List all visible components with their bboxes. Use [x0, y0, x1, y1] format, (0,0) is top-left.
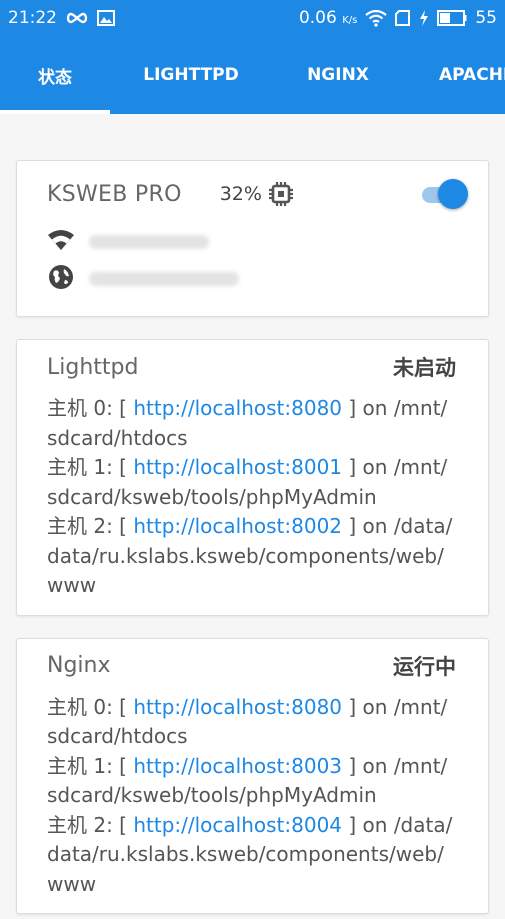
server-name: Lighttpd — [47, 354, 139, 380]
cpu-chip-icon — [268, 181, 294, 207]
network-speed: 0.06 — [298, 8, 337, 28]
toggle-thumb — [438, 179, 468, 209]
host-link[interactable]: http://localhost:8080 — [133, 695, 342, 719]
host-line: 主机 1: [ http://localhost:8001 ] on /mnt/… — [47, 453, 456, 512]
ksweb-card: KSWEB PRO 32% — [16, 160, 489, 317]
host-line: 主机 1: [ http://localhost:8003 ] on /mnt/… — [47, 752, 456, 811]
tab-bar: 状态 LIGHTTPD NGINX APACHE — [0, 36, 505, 114]
status-bar: 21:22 0.06 K/s 55 — [0, 0, 505, 36]
host-link[interactable]: http://localhost:8001 — [133, 455, 342, 479]
host-prefix: 主机 0: [ — [47, 396, 134, 420]
server-card-lighttpd: Lighttpd 未启动 主机 0: [ http://localhost:80… — [16, 339, 489, 616]
host-link[interactable]: http://localhost:8003 — [133, 754, 342, 778]
network-speed-unit: K/s — [342, 15, 358, 26]
image-icon — [97, 10, 115, 26]
host-link[interactable]: http://localhost:8080 — [133, 396, 342, 420]
host-line: 主机 0: [ http://localhost:8080 ] on /mnt/… — [47, 394, 456, 453]
charging-icon — [419, 10, 429, 26]
server-name: Nginx — [47, 653, 111, 678]
wifi-status-icon — [365, 9, 388, 27]
battery-level: 55 — [475, 8, 497, 28]
host-prefix: 主机 1: [ — [47, 753, 134, 778]
tab-status[interactable]: 状态 — [0, 36, 110, 114]
status-time: 21:22 — [8, 8, 57, 28]
sim-icon — [395, 10, 411, 26]
battery-icon — [437, 10, 467, 26]
host-line: 主机 2: [ http://localhost:8004 ] on /data… — [47, 811, 456, 900]
tab-apache[interactable]: APACHE — [404, 36, 505, 114]
host-prefix: 主机 1: [ — [47, 455, 134, 479]
infinity-icon — [65, 11, 89, 25]
host-line: 主机 2: [ http://localhost:8002 ] on /data… — [47, 512, 456, 601]
cpu-usage: 32% — [219, 183, 262, 205]
host-line: 主机 0: [ http://localhost:8080 ] on /mnt/… — [47, 693, 456, 752]
wifi-icon — [47, 229, 75, 255]
ip-address-redacted — [89, 272, 239, 286]
host-link[interactable]: http://localhost:8004 — [133, 813, 342, 837]
host-prefix: 主机 2: [ — [47, 514, 134, 538]
server-card-nginx: Nginx 运行中 主机 0: [ http://localhost:8080 … — [16, 637, 489, 914]
server-state: 运行中 — [393, 654, 456, 679]
host-link[interactable]: http://localhost:8002 — [133, 514, 342, 538]
server-state: 未启动 — [393, 356, 456, 380]
ksweb-toggle-switch[interactable] — [422, 179, 468, 209]
globe-icon — [47, 263, 75, 295]
status-content: KSWEB PRO 32% Lighttpd 未启动 主机 0: [http:… — [0, 114, 505, 914]
wifi-ssid-redacted — [89, 235, 209, 249]
host-list: 主机 0: [ http://localhost:8080 ] on /mnt/… — [47, 693, 456, 900]
host-list: 主机 0: [ http://localhost:8080 ] on /mnt/… — [47, 394, 456, 601]
ksweb-title: KSWEB PRO — [47, 181, 182, 207]
tab-nginx[interactable]: NGINX — [272, 36, 404, 114]
host-prefix: 主机 2: [ — [47, 812, 134, 837]
host-prefix: 主机 0: [ — [47, 694, 134, 719]
tab-lighttpd[interactable]: LIGHTTPD — [110, 36, 272, 114]
